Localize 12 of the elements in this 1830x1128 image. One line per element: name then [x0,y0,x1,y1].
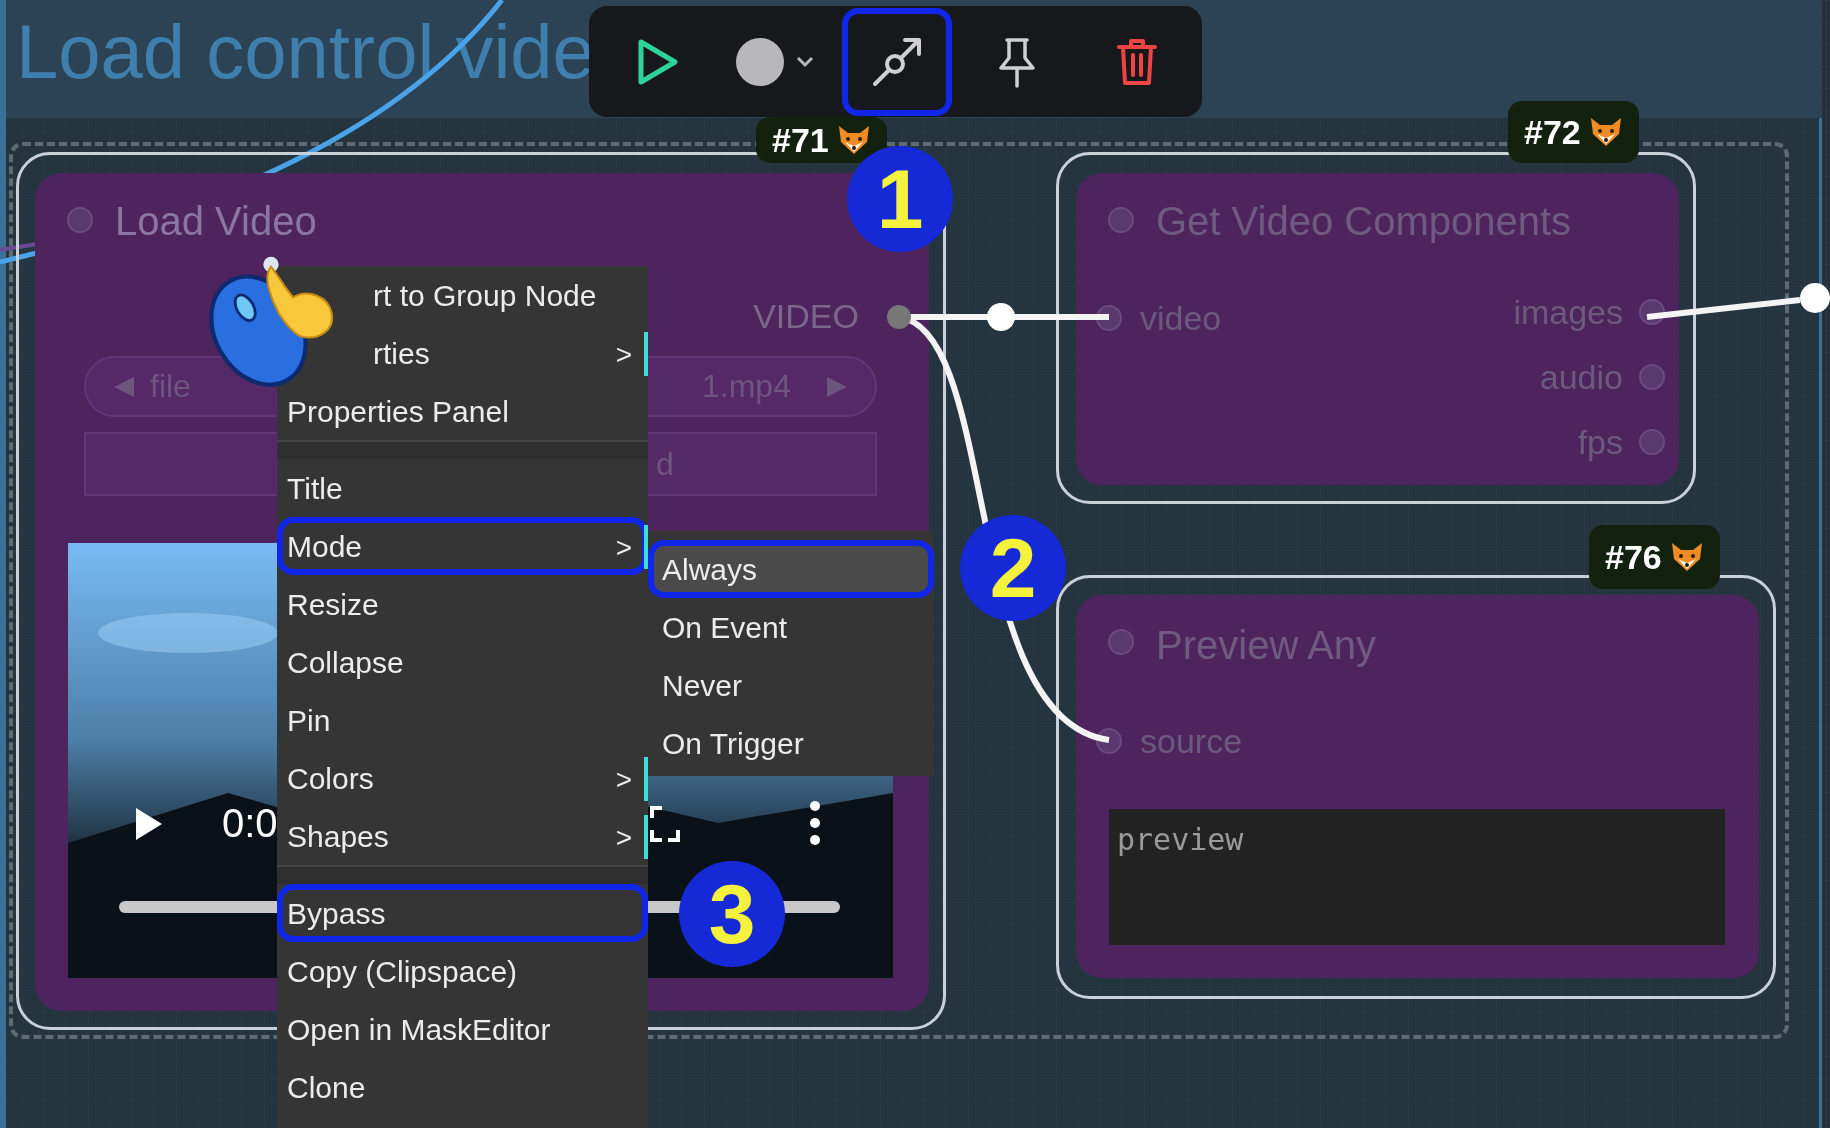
submenu-arrow: > [615,821,632,855]
node-id: #76 [1605,540,1662,574]
group-title: Load control vide [16,14,595,90]
step-number-badge: 2 [960,515,1066,621]
node-title: Load Video [115,201,317,241]
submenu-arrow: > [615,338,632,372]
video-time: 0:0 [222,803,278,843]
submenu-arrow: > [615,531,632,565]
node-id: #72 [1524,115,1581,149]
output-slot-label: VIDEO [753,299,859,333]
node-id: #71 [772,123,829,157]
submenu-arrow: > [615,763,632,797]
